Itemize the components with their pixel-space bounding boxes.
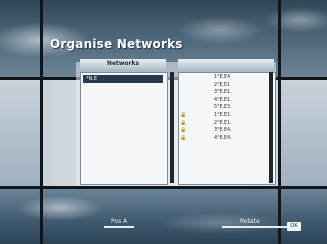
networks-scrollbar[interactable] <box>170 72 174 183</box>
satellite-name: 3°E.E1. <box>214 90 232 96</box>
list-item[interactable]: 🔒 3°E.E4. <box>180 127 258 135</box>
footer-left-label: Pos A <box>111 218 128 225</box>
satellite-items: 1°E.E4 2°E.E1 3°E.E1. 4°E.E1. 5°E.E3. 🔒 1… <box>180 74 258 143</box>
satellites-column-header <box>178 59 274 69</box>
satellite-scrollbar[interactable] <box>269 72 273 183</box>
list-item[interactable]: 🔒 2°E.E1. <box>180 120 258 128</box>
lock-icon: 🔒 <box>180 134 187 141</box>
networks-list[interactable]: *N.E <box>80 72 168 185</box>
list-item[interactable]: 5°E.E3. <box>198 104 258 112</box>
footer-right-label: Rotate <box>240 218 260 225</box>
frame-divider <box>278 0 281 244</box>
list-item[interactable]: 4°E.E1. <box>198 97 258 105</box>
networks-column-header: Networks <box>80 59 166 69</box>
satellite-name: 2°E.E1 <box>214 82 231 88</box>
satellite-name: 1°E.E1. <box>214 112 232 118</box>
satellite-name: 4°E.E4. <box>214 135 232 141</box>
list-item[interactable]: 1°E.E4 <box>198 74 258 82</box>
frame-divider <box>40 0 43 244</box>
list-item[interactable]: 🔒 1°E.E1. <box>180 112 258 120</box>
page-title: Organise Networks <box>50 37 183 51</box>
list-item[interactable]: 🔒 4°E.E4. <box>180 135 258 143</box>
left-side-panel <box>0 78 42 188</box>
list-item[interactable]: 3°E.E1. <box>198 89 258 97</box>
lock-icon: 🔒 <box>180 111 187 118</box>
lock-icon: 🔒 <box>180 127 187 134</box>
satellite-name: 3°E.E4. <box>214 128 232 134</box>
ok-button[interactable]: OK <box>287 222 301 231</box>
list-item[interactable]: 2°E.E1 <box>198 82 258 90</box>
frame-divider <box>0 186 327 189</box>
footer-left-bar <box>104 226 134 228</box>
satellite-name: 4°E.E1. <box>214 97 232 103</box>
right-side-panel <box>280 78 327 188</box>
satellite-name: 2°E.E1. <box>214 120 232 126</box>
network-item-selected[interactable]: *N.E <box>83 75 163 83</box>
satellite-name: 5°E.E3. <box>214 105 232 111</box>
network-organiser-screen: Organise Networks Networks *N.E 1°E.E4 2… <box>0 0 327 244</box>
satellite-name: 1°E.E4 <box>214 75 231 80</box>
footer-right-bar <box>222 226 292 228</box>
